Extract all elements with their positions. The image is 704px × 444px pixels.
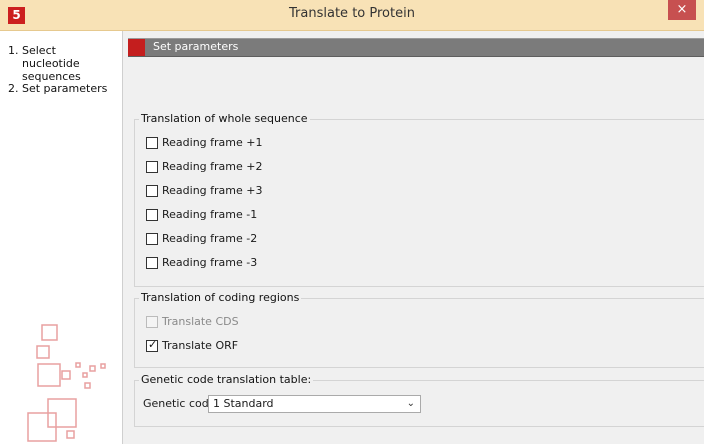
genetic-code-selected-value: 1 Standard (213, 397, 274, 410)
title-bar: 5 Translate to Protein × (0, 0, 704, 31)
checkbox-label: Reading frame +1 (162, 136, 263, 149)
checkbox-box[interactable] (146, 208, 158, 221)
checkbox-reading-frame-plus-1[interactable]: Reading frame +1 (146, 135, 262, 150)
checkmark-icon: ✓ (148, 337, 158, 351)
checkbox-label: Reading frame -1 (162, 208, 258, 221)
group-title: Genetic code translation table: (139, 373, 314, 386)
genetic-code-group: Genetic code translation table: Genetic … (134, 373, 704, 427)
checkbox-reading-frame-plus-2[interactable]: Reading frame +2 (146, 159, 262, 174)
checkbox-box[interactable] (146, 315, 158, 328)
checkbox-label: Reading frame +3 (162, 184, 263, 197)
checkbox-label: Reading frame +2 (162, 160, 263, 173)
group-title: Translation of coding regions (139, 291, 302, 304)
checkbox-box[interactable] (146, 184, 158, 197)
checkbox-translate-cds[interactable]: Translate CDS (146, 314, 239, 329)
checkbox-translate-orf[interactable]: ✓ Translate ORF (146, 338, 238, 353)
checkbox-box[interactable]: ✓ (146, 337, 158, 352)
checkbox-box[interactable] (146, 136, 158, 149)
whole-sequence-group: Translation of whole sequence Reading fr… (134, 112, 704, 287)
close-button[interactable]: × (668, 0, 696, 20)
genetic-code-select[interactable]: 1 Standard ⌄ (208, 395, 421, 413)
wizard-sidebar: 1. Select nucleotide sequences 2. Set para… (0, 31, 121, 444)
coding-regions-group: Translation of coding regions Translate … (134, 291, 704, 368)
step-header-label: Set parameters (153, 40, 239, 53)
parameters-panel: Set parameters Translation of whole sequ… (123, 31, 704, 444)
group-title: Translation of whole sequence (139, 112, 310, 125)
checkbox-label: Translate CDS (162, 315, 239, 328)
genetic-code-label: Genetic code (143, 397, 216, 410)
window-title: Translate to Protein (289, 6, 415, 21)
checkbox-label: Reading frame -2 (162, 232, 258, 245)
chevron-down-icon: ⌄ (406, 398, 415, 409)
checkbox-box[interactable] (146, 232, 158, 245)
decorative-squares-logo (27, 324, 106, 442)
checkbox-reading-frame-minus-3[interactable]: Reading frame -3 (146, 255, 257, 270)
checkbox-label: Translate ORF (162, 339, 239, 352)
checkbox-box[interactable] (146, 256, 158, 269)
checkbox-reading-frame-plus-3[interactable]: Reading frame +3 (146, 183, 262, 198)
checkbox-reading-frame-minus-2[interactable]: Reading frame -2 (146, 231, 257, 246)
step-header-bar: Set parameters (128, 38, 704, 57)
step-header-marker (128, 39, 145, 56)
checkbox-label: Reading frame -3 (162, 256, 258, 269)
checkbox-reading-frame-minus-1[interactable]: Reading frame -1 (146, 207, 257, 222)
checkbox-box[interactable] (146, 160, 158, 173)
